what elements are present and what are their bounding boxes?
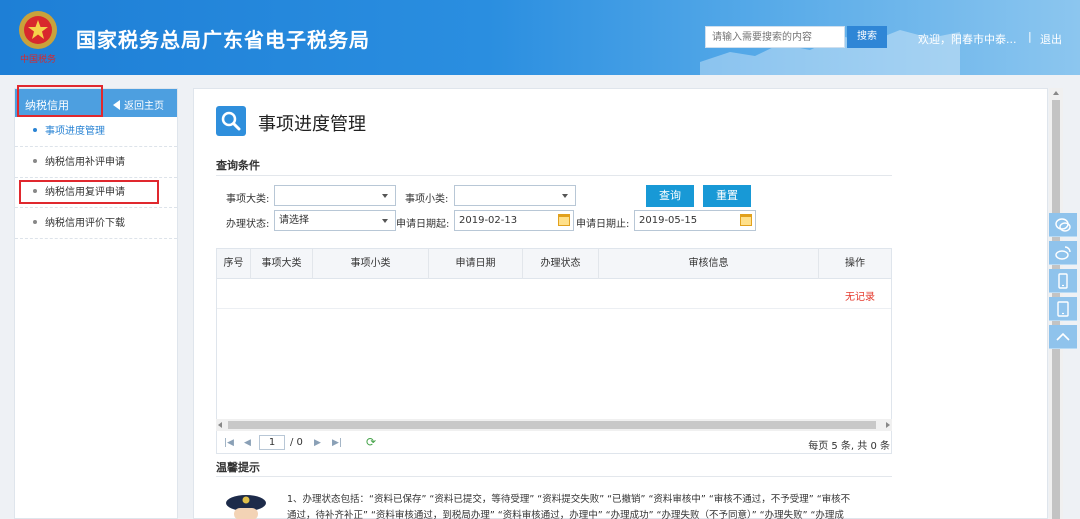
back-home-link[interactable]: 返回主页 [113,97,164,112]
sidebar-item-progress[interactable]: 事项进度管理 [15,117,177,147]
no-record-message: 无记录 [845,292,875,303]
search-button[interactable]: 搜索 [847,26,887,48]
status-value: 请选择 [279,215,309,226]
sidebar-item-supplement[interactable]: 纳税信用补评申请 [15,148,177,178]
sidebar-title-highlight [17,85,103,117]
scrollbar-thumb[interactable] [228,421,876,429]
scroll-up-icon[interactable] [1053,91,1059,95]
logout-link[interactable]: 退出 [1040,31,1062,47]
tax-emblem-icon: 中国税务 [14,8,62,65]
next-page-icon[interactable]: ▶ [314,438,321,448]
back-home-label: 返回主页 [124,101,164,112]
pager-summary: 每页 5 条, 共 0 条 [808,441,890,452]
chat-icon[interactable] [1049,213,1077,237]
date-to-value: 2019-05-15 [639,215,698,226]
review-item-highlight [19,180,159,204]
page-title: 事项进度管理 [258,114,366,135]
header-bar: 中国税务 国家税务总局广东省电子税务局 搜索 欢迎，阳春市中泰... | 退出 [0,0,1080,75]
back-arrow-icon [113,100,120,110]
search-input[interactable] [705,26,845,48]
bullet-icon [33,220,37,224]
sidebar-item-download[interactable]: 纳税信用评价下载 [15,209,177,239]
column-header: 事项大类 [251,249,313,279]
category-label: 事项大类: [226,194,270,205]
scroll-right-icon[interactable] [886,422,890,428]
tip-line: 1、办理状态包括：“资料已保存” “资料已提交，等待受理” “资料提交失败” “… [287,494,851,505]
query-section-title: 查询条件 [216,159,260,172]
divider [216,175,892,176]
prev-page-icon[interactable]: ◀ [244,438,251,448]
search-icon [216,106,246,136]
tax-officer-icon [222,491,270,519]
row-divider [217,308,891,309]
column-header: 序号 [217,249,251,279]
chevron-down-icon [382,194,388,198]
refresh-icon[interactable]: ⟳ [366,435,376,449]
chevron-down-icon [382,219,388,223]
weibo-icon[interactable] [1049,241,1077,265]
bullet-icon [33,128,37,132]
reset-button[interactable]: 重置 [703,185,751,207]
query-button[interactable]: 查询 [646,185,694,207]
category-select[interactable] [274,185,396,206]
scroll-left-icon[interactable] [218,422,222,428]
pagination-bar: |◀ ◀ 1 / 0 ▶ ▶| ⟳ 每页 5 条, 共 0 条 [216,432,892,454]
welcome-user-link[interactable]: 欢迎，阳春市中泰... [918,31,1017,47]
page-number-input[interactable]: 1 [259,435,285,450]
column-header: 办理状态 [523,249,599,279]
sidebar-item-label: 事项进度管理 [45,126,105,137]
date-from-value: 2019-02-13 [459,215,518,226]
date-to-label: 申请日期止: [576,219,630,230]
sidebar-item-label: 纳税信用评价下载 [45,218,125,229]
sidebar-item-label: 纳税信用补评申请 [45,157,125,168]
column-header: 申请日期 [429,249,523,279]
subcategory-select[interactable] [454,185,576,206]
tablet-icon[interactable] [1049,297,1077,321]
column-header: 审核信息 [599,249,819,279]
first-page-icon[interactable]: |◀ [224,438,234,448]
calendar-icon[interactable] [740,214,752,226]
last-page-icon[interactable]: ▶| [332,438,342,448]
table-header: 序号 事项大类 事项小类 申请日期 办理状态 审核信息 操作 [217,249,891,279]
horizontal-scrollbar[interactable] [216,419,892,431]
tip-line: 通过，待补齐补正” “资料审核通过，到税局办理” “资料审核通过，办理中” “办… [287,510,844,519]
chevron-down-icon [562,194,568,198]
tips-text: 1、办理状态包括：“资料已保存” “资料已提交，等待受理” “资料提交失败” “… [287,492,892,519]
header-separator: | [1028,30,1032,43]
subcategory-label: 事项小类: [405,194,449,205]
date-from-field[interactable]: 2019-02-13 [454,210,574,231]
main-panel: 事项进度管理 查询条件 事项大类: 事项小类: 查询 重置 办理状态: 请选择 … [193,88,1048,519]
site-title: 国家税务总局广东省电子税务局 [76,28,370,52]
total-pages: / 0 [290,437,303,448]
date-from-label: 申请日期起: [396,219,450,230]
divider [216,476,892,477]
column-header: 操作 [845,258,865,269]
date-to-field[interactable]: 2019-05-15 [634,210,756,231]
bullet-icon [33,159,37,163]
calendar-icon[interactable] [558,214,570,226]
column-header: 事项小类 [313,249,429,279]
status-label: 办理状态: [226,219,270,230]
status-select[interactable]: 请选择 [274,210,396,231]
tips-title: 温馨提示 [216,461,260,474]
scroll-top-icon[interactable] [1049,325,1077,349]
sidebar: 纳税信用 返回主页 事项进度管理 纳税信用补评申请 纳税信用复评申请 纳税信用评… [14,85,178,519]
emblem-caption: 中国税务 [20,53,56,64]
mobile-icon[interactable] [1049,269,1077,293]
